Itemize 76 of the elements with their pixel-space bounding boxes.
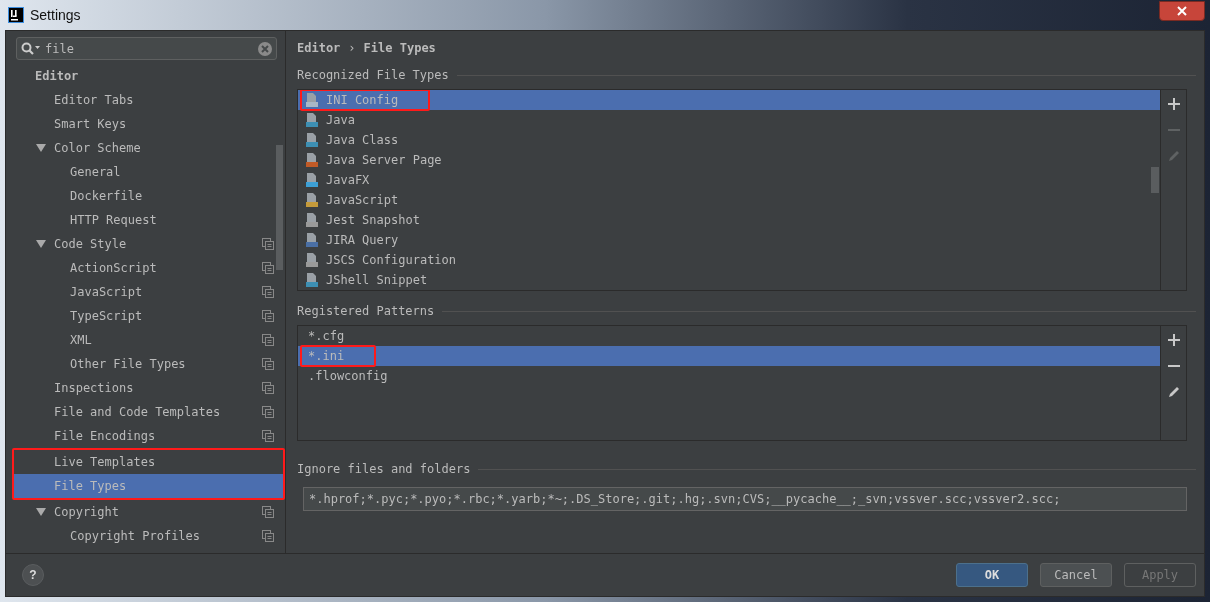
- breadcrumb-item[interactable]: File Types: [363, 39, 436, 57]
- list-item[interactable]: Java Server Page: [298, 150, 1160, 170]
- tree-item[interactable]: Copyright: [6, 500, 285, 524]
- copy-icon: [262, 238, 274, 250]
- tree-item[interactable]: File and Code Templates: [6, 400, 285, 424]
- tree-item[interactable]: Color Scheme: [6, 136, 285, 160]
- help-button[interactable]: ?: [22, 564, 44, 586]
- window-title: Settings: [30, 5, 81, 25]
- list-item[interactable]: .flowconfig: [298, 366, 1160, 386]
- tree-item[interactable]: TypeScript: [6, 304, 285, 328]
- copy-icon: [262, 334, 274, 346]
- list-item[interactable]: JavaFX: [298, 170, 1160, 190]
- close-button[interactable]: [1159, 1, 1205, 21]
- ignore-patterns-field[interactable]: *.hprof;*.pyc;*.pyo;*.rbc;*.yarb;*~;.DS_Store;.git;.hg;.svn;CVS;__pycache__;_svn;vssver.scc;vssver2.scc;: [303, 487, 1187, 511]
- annotation-box: *.ini: [300, 345, 377, 367]
- list-item[interactable]: Java: [298, 110, 1160, 130]
- file-type-icon: [304, 232, 320, 248]
- file-type-icon: [304, 192, 320, 208]
- expand-arrow-icon[interactable]: [36, 143, 46, 153]
- file-type-icon: [304, 152, 320, 168]
- section-heading: Recognized File Types: [297, 67, 449, 84]
- tree-item[interactable]: HTTP Request: [6, 208, 285, 232]
- clear-icon[interactable]: [258, 41, 272, 56]
- search-input[interactable]: file: [45, 39, 254, 58]
- tree-item[interactable]: Other File Types: [6, 352, 285, 376]
- tree-item[interactable]: ActionScript: [6, 256, 285, 280]
- tree-item[interactable]: File Encodings: [6, 424, 285, 448]
- scrollbar-thumb[interactable]: [276, 145, 283, 270]
- search-icon: [21, 41, 41, 56]
- dialog-button[interactable]: OK: [956, 563, 1028, 587]
- copy-icon: [262, 358, 274, 370]
- tree-item[interactable]: Inspections: [6, 376, 285, 400]
- file-type-icon: [304, 112, 320, 128]
- list-item[interactable]: JShell Snippet: [298, 270, 1160, 290]
- tree-item[interactable]: General: [6, 160, 285, 184]
- file-type-icon: [304, 92, 320, 108]
- tree-item[interactable]: XML: [6, 328, 285, 352]
- search-field[interactable]: file: [16, 37, 277, 60]
- tree-item[interactable]: Smart Keys: [6, 112, 285, 136]
- tree-item[interactable]: Editor: [6, 64, 285, 88]
- annotation-box: INI Config: [300, 90, 431, 111]
- list-item[interactable]: JavaScript: [298, 190, 1160, 210]
- breadcrumb-item[interactable]: Editor: [297, 39, 341, 57]
- list-item[interactable]: *.cfg: [298, 326, 1160, 346]
- section-heading: Ignore files and folders: [297, 461, 471, 478]
- file-type-icon: [304, 132, 320, 148]
- tree-item[interactable]: Copyright Profiles: [6, 524, 285, 548]
- copy-icon: [262, 506, 274, 518]
- copy-icon: [262, 382, 274, 394]
- file-type-icon: [304, 212, 320, 228]
- scrollbar-thumb[interactable]: [1151, 167, 1159, 193]
- close-icon: [1176, 6, 1188, 16]
- expand-arrow-icon[interactable]: [36, 507, 46, 517]
- tree-item[interactable]: Code Style: [6, 232, 285, 256]
- copy-icon: [262, 530, 274, 542]
- tree-item[interactable]: Editor Tabs: [6, 88, 285, 112]
- app-icon: [8, 7, 24, 23]
- tree-item[interactable]: Dockerfile: [6, 184, 285, 208]
- copy-icon: [262, 310, 274, 322]
- copy-icon: [262, 406, 274, 418]
- dialog-button[interactable]: Cancel: [1040, 563, 1112, 587]
- list-item[interactable]: Jest Snapshot: [298, 210, 1160, 230]
- list-item[interactable]: JSCS Configuration: [298, 250, 1160, 270]
- file-type-icon: [304, 272, 320, 288]
- tree-item[interactable]: JavaScript: [6, 280, 285, 304]
- copy-icon: [262, 430, 274, 442]
- file-type-icon: [304, 252, 320, 268]
- copy-icon: [262, 262, 274, 274]
- list-item[interactable]: JIRA Query: [298, 230, 1160, 250]
- copy-icon: [262, 286, 274, 298]
- file-type-icon: [304, 172, 320, 188]
- section-heading: Registered Patterns: [297, 303, 435, 320]
- list-item[interactable]: Java Class: [298, 130, 1160, 150]
- expand-arrow-icon[interactable]: [36, 239, 46, 249]
- breadcrumb-separator: ›: [348, 40, 356, 57]
- tree-item[interactable]: Live Templates: [14, 450, 283, 474]
